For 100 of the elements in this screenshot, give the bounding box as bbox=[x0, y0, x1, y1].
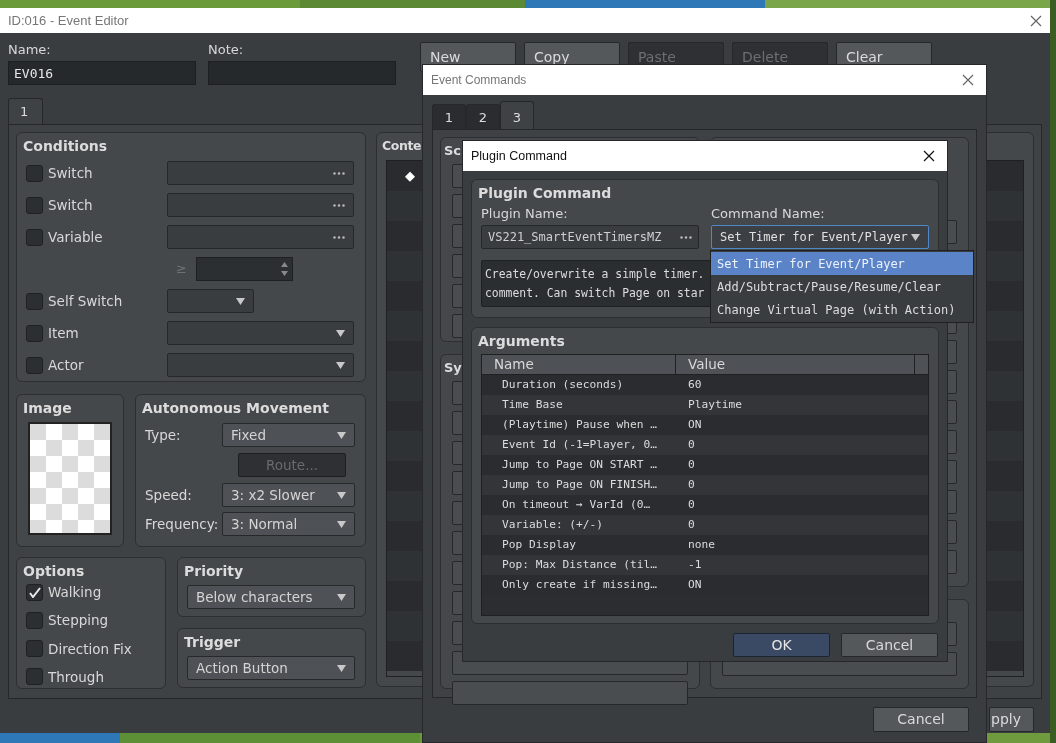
cancel-button[interactable]: Cancel bbox=[873, 707, 969, 732]
command-button[interactable] bbox=[452, 681, 688, 705]
description-line: Create/overwrite a simple timer. bbox=[485, 266, 705, 283]
argument-value: 0 bbox=[687, 516, 695, 533]
argument-value: 60 bbox=[687, 376, 702, 393]
command-tab[interactable]: 3 bbox=[500, 101, 534, 129]
dropdown-arrow-icon bbox=[337, 520, 346, 528]
command-name-label: Command Name: bbox=[711, 206, 826, 222]
group-title: Plugin Command bbox=[478, 184, 612, 202]
argument-row[interactable]: Jump to Page ON FINISH… 0 bbox=[482, 475, 928, 495]
dropdown[interactable]: 3: Normal bbox=[222, 512, 355, 536]
argument-row[interactable]: Pop: Max Distance (til… -1 bbox=[482, 555, 928, 575]
dropdown[interactable] bbox=[167, 353, 354, 377]
argument-row[interactable]: Time Base Playtime bbox=[482, 395, 928, 415]
condition-label: Switch bbox=[48, 195, 94, 215]
dropdown-arrow-icon bbox=[336, 361, 345, 369]
menu-option[interactable]: Add/Subtract/Pause/Resume/Clear bbox=[711, 275, 973, 298]
option-label: Stepping bbox=[48, 611, 109, 631]
dropdown-arrow-icon bbox=[337, 593, 346, 601]
argument-name: Jump to Page ON START … bbox=[501, 456, 658, 473]
command-name-dropdown[interactable]: Set Timer for Event/Player bbox=[711, 225, 929, 249]
option-label: Through bbox=[48, 667, 104, 687]
group-title: Trigger bbox=[184, 633, 241, 651]
dialog-button[interactable]: Cancel bbox=[841, 633, 938, 657]
column-header[interactable]: Name bbox=[482, 355, 676, 374]
picker-field[interactable] bbox=[167, 225, 354, 249]
group-title: Image bbox=[23, 399, 72, 417]
group-title: Priority bbox=[184, 562, 244, 580]
checkbox[interactable] bbox=[26, 164, 43, 182]
dropdown[interactable]: Action Button bbox=[187, 656, 355, 680]
checkbox[interactable] bbox=[26, 196, 43, 214]
more-icon bbox=[680, 235, 692, 239]
condition-label: Variable bbox=[48, 227, 104, 247]
condition-label: Self Switch bbox=[48, 291, 124, 311]
check-icon bbox=[28, 586, 41, 598]
comparison-symbol: ≥ bbox=[176, 260, 188, 279]
dropdown[interactable] bbox=[167, 289, 254, 313]
dropdown-arrow-icon bbox=[911, 233, 920, 241]
argument-value: ON bbox=[687, 416, 702, 433]
argument-value: 0 bbox=[687, 476, 695, 493]
checkbox[interactable] bbox=[26, 668, 43, 686]
checkbox[interactable] bbox=[26, 356, 43, 374]
dropdown[interactable]: Fixed bbox=[222, 423, 355, 447]
description-line: comment. Can switch Page on star bbox=[485, 285, 705, 302]
picker-field[interactable] bbox=[167, 161, 354, 185]
dropdown[interactable]: 3: x2 Slower bbox=[222, 483, 355, 507]
type-label: Type: bbox=[145, 425, 182, 445]
dropdown-arrow-icon bbox=[337, 664, 346, 672]
picker-field[interactable] bbox=[167, 193, 354, 217]
menu-option[interactable]: Change Virtual Page (with Action) bbox=[711, 298, 973, 321]
apply-button[interactable]: pply bbox=[989, 707, 1034, 732]
dropdown-arrow-icon bbox=[337, 491, 346, 499]
name-field[interactable]: EV016 bbox=[8, 61, 196, 85]
dropdown-arrow-icon bbox=[337, 431, 346, 439]
checkbox[interactable] bbox=[26, 228, 43, 246]
checkbox[interactable] bbox=[26, 292, 43, 310]
condition-label: Actor bbox=[48, 355, 85, 375]
spinner-arrows-icon[interactable] bbox=[281, 261, 288, 277]
close-icon[interactable] bbox=[923, 150, 935, 162]
group-title: Sy bbox=[444, 359, 462, 377]
frequency-label: Frequency: bbox=[145, 514, 220, 534]
argument-value: 0 bbox=[687, 496, 695, 513]
column-header[interactable]: Value bbox=[676, 355, 915, 374]
note-field[interactable] bbox=[208, 61, 396, 85]
list-marker: ◆ bbox=[405, 167, 415, 186]
group-title: Autonomous Movement bbox=[142, 399, 329, 417]
more-icon bbox=[333, 203, 345, 207]
dropdown-arrow-icon bbox=[236, 297, 245, 305]
argument-name: Only create if missing… bbox=[501, 576, 658, 593]
dialog-button[interactable]: OK bbox=[733, 633, 830, 657]
argument-name: Event Id (-1=Player, 0… bbox=[501, 436, 658, 453]
argument-name: On timeout → VarId (0… bbox=[501, 496, 652, 513]
more-icon bbox=[333, 235, 345, 239]
dropdown[interactable]: Below characters bbox=[187, 585, 355, 609]
checkbox[interactable] bbox=[26, 611, 43, 629]
group-title: Conditions bbox=[23, 137, 108, 155]
argument-name: (Playtime) Pause when … bbox=[501, 416, 658, 433]
speed-label: Speed: bbox=[145, 485, 193, 505]
checkbox[interactable] bbox=[26, 324, 43, 342]
argument-value: -1 bbox=[687, 556, 702, 573]
page-tab[interactable]: 1 bbox=[8, 98, 43, 124]
option-label: Walking bbox=[48, 583, 102, 602]
plugin-name-field[interactable]: VS221_SmartEventTimersMZ bbox=[481, 225, 699, 249]
group-title: Options bbox=[23, 562, 85, 580]
argument-row[interactable]: Variable: (+/-) 0 bbox=[482, 515, 928, 535]
argument-name: Duration (seconds) bbox=[501, 376, 625, 393]
command-tab[interactable]: 1 bbox=[432, 104, 466, 129]
argument-name: Jump to Page ON FINISH… bbox=[501, 476, 658, 493]
more-icon bbox=[333, 171, 345, 175]
dropdown[interactable] bbox=[167, 321, 354, 345]
checkbox[interactable] bbox=[26, 583, 43, 601]
argument-value: none bbox=[687, 536, 715, 553]
checkbox[interactable] bbox=[26, 640, 43, 658]
transparent-image-preview[interactable] bbox=[28, 422, 112, 535]
window-title: Plugin Command bbox=[471, 147, 568, 165]
command-tab[interactable]: 2 bbox=[466, 104, 500, 129]
argument-value: Playtime bbox=[687, 396, 742, 413]
argument-row[interactable]: Event Id (-1=Player, 0… 0 bbox=[482, 435, 928, 455]
argument-name: Time Base bbox=[501, 396, 564, 413]
argument-value: ON bbox=[687, 576, 702, 593]
